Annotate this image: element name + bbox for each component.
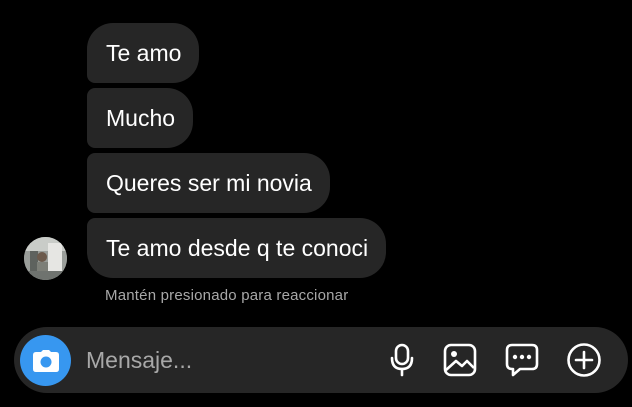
message-composer xyxy=(14,327,628,393)
sticker-button[interactable] xyxy=(504,342,540,378)
message-thread: Te amo Mucho Queres ser mi novia Te amo … xyxy=(0,0,632,320)
image-icon xyxy=(443,343,477,377)
message-bubble[interactable]: Te amo xyxy=(87,23,200,83)
microphone-icon xyxy=(390,343,414,377)
avatar[interactable] xyxy=(24,237,67,280)
add-button[interactable] xyxy=(566,342,602,378)
reaction-hint: Mantén presionado para reaccionar xyxy=(105,287,349,304)
message-bubble[interactable]: Queres ser mi novia xyxy=(87,153,330,213)
plus-circle-icon xyxy=(567,343,601,377)
gallery-button[interactable] xyxy=(442,342,478,378)
message-bubble[interactable]: Te amo desde q te conoci xyxy=(87,218,387,278)
camera-button[interactable] xyxy=(20,335,71,386)
camera-icon xyxy=(32,349,59,372)
chat-bubble-dots-icon xyxy=(505,343,539,377)
message-bubble[interactable]: Mucho xyxy=(87,88,194,148)
avatar-image xyxy=(24,237,67,280)
voice-message-button[interactable] xyxy=(384,342,420,378)
message-input[interactable] xyxy=(86,344,366,376)
